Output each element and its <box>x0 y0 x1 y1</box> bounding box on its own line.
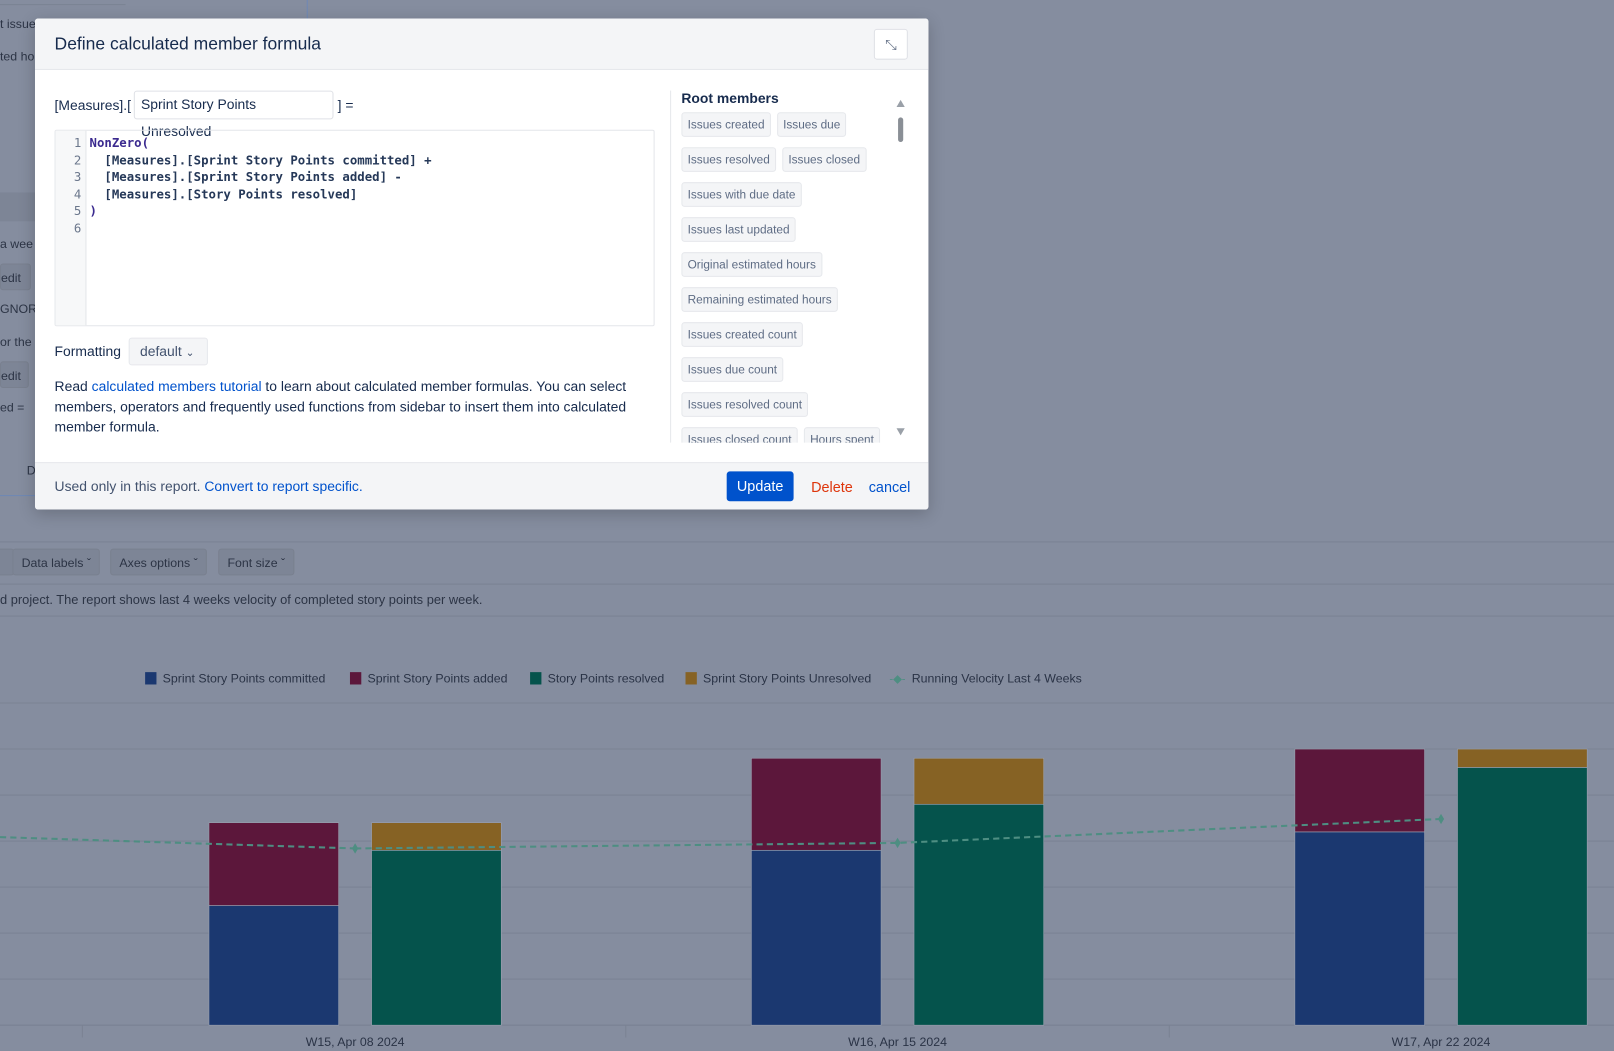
root-members-title: Root members <box>681 90 779 107</box>
line-number: 1 <box>73 135 82 151</box>
chevron-down-icon: ˇ <box>86 555 91 571</box>
bg-panel-edge <box>0 0 126 6</box>
velocity-chart: W15, Apr 08 2024 W16, Apr 15 2024 W17, Apr… <box>0 702 1614 1049</box>
root-member-chip[interactable]: Issues with due date <box>681 182 802 207</box>
data-labels-button[interactable]: Data labels ˇ <box>12 548 101 576</box>
x-tick-label: W16, Apr 15 2024 <box>848 1035 947 1049</box>
dialog-title: Define calculated member formula <box>54 33 322 54</box>
root-member-chip[interactable]: Issues last updated <box>681 217 796 242</box>
expand-button[interactable]: ⤡ <box>873 28 908 60</box>
divider <box>0 541 1614 543</box>
velocity-point <box>894 837 901 849</box>
bg-fragment: a wee <box>0 236 33 252</box>
usage-note: Used only in this report. Convert to rep… <box>55 479 363 494</box>
line-number: 2 <box>73 152 82 168</box>
measures-suffix: ] = <box>337 97 354 114</box>
font-size-button[interactable]: Font size ˇ <box>218 548 295 576</box>
bar-segment <box>751 849 882 1026</box>
root-member-chip[interactable]: Issues due <box>776 112 847 137</box>
bar-segment <box>751 757 882 851</box>
root-member-chip[interactable]: Issues resolved count <box>681 392 809 417</box>
formatting-dropdown[interactable]: default ⌄ <box>128 337 208 366</box>
bg-divider <box>0 495 35 497</box>
x-tick-label: W17, Apr 22 2024 <box>1392 1035 1491 1049</box>
bar-segment <box>913 757 1045 805</box>
measures-prefix: [Measures].[ <box>54 97 132 114</box>
divider <box>0 615 1614 617</box>
cancel-button[interactable]: cancel <box>869 479 911 495</box>
bar-segment <box>208 905 339 1026</box>
bg-edit-button: edit <box>0 263 31 291</box>
line-number: 3 <box>73 170 82 185</box>
formula-editor[interactable]: 12 3 4 5 6 NonZero( [Measures].[Sprint Story… <box>54 129 655 327</box>
bar-segment <box>1457 767 1588 1026</box>
calculated-member-dialog: Define calculated member formula ⤡ [Meas… <box>34 18 929 510</box>
tutorial-link[interactable]: calculated members tutorial <box>92 379 262 394</box>
chevron-down-icon: ˇ <box>193 555 198 571</box>
velocity-point <box>1437 813 1445 825</box>
dialog-header: Define calculated member formula ⤡ <box>34 18 929 70</box>
axes-options-button[interactable]: Axes options ˇ <box>110 548 207 576</box>
root-member-chip[interactable]: Issues closed <box>782 147 867 172</box>
root-members-panel: Root members Issues created Issues due Iss… <box>670 90 908 443</box>
code-line: [Measures].[Story Points resolved] <box>89 187 358 202</box>
x-tick-label: W15, Apr 08 2024 <box>306 1035 405 1049</box>
bar-segment <box>208 822 339 906</box>
scrollbar-thumb[interactable] <box>898 117 904 143</box>
root-member-chip[interactable]: Issues created <box>681 112 771 137</box>
root-member-chip[interactable]: Issues resolved <box>681 147 776 172</box>
bg-edit-button: edit <box>0 361 29 389</box>
code-line: NonZero( <box>89 135 150 151</box>
bar-segment <box>1457 748 1588 768</box>
help-text-start: Read <box>54 378 92 395</box>
scroll-down-icon[interactable] <box>896 428 905 436</box>
convert-link[interactable]: Convert to report specific. <box>204 479 362 494</box>
chevron-down-icon: ˇ <box>281 555 286 571</box>
root-member-chip[interactable]: Issues due count <box>681 357 784 382</box>
scroll-up-icon[interactable] <box>896 99 905 108</box>
update-button[interactable]: Update <box>726 471 794 502</box>
formatting-label: Formatting <box>54 343 121 360</box>
root-member-chip[interactable]: Issues closed count <box>681 427 798 443</box>
bg-fragment: or the r <box>0 334 40 349</box>
root-member-chip[interactable]: Original estimated hours <box>681 252 823 277</box>
help-text: Read calculated members tutorial to lear… <box>55 377 652 437</box>
root-member-chip[interactable]: Remaining estimated hours <box>681 287 838 312</box>
velocity-point <box>352 843 359 854</box>
line-number: 6 <box>73 221 82 236</box>
bar-segment <box>1294 831 1425 1026</box>
bg-block <box>0 192 35 222</box>
data-labels-label: Data labels <box>21 555 84 571</box>
bg-fragment: ted ho <box>0 49 35 64</box>
code-line: ) <box>89 204 97 219</box>
dialog-footer: Used only in this report. Convert to rep… <box>34 462 929 510</box>
member-name-input[interactable]: Sprint Story Points Unresolved <box>133 90 334 139</box>
root-member-chip[interactable]: Hours spent <box>803 427 881 443</box>
bar-segment <box>1294 748 1425 833</box>
report-description: d project. The report shows last 4 weeks… <box>0 592 483 608</box>
font-size-label: Font size <box>227 555 278 571</box>
bar-segment <box>371 849 502 1026</box>
code-line: [Measures].[Sprint Story Points committe… <box>89 152 432 168</box>
axes-options-label: Axes options <box>119 555 191 571</box>
line-numbers: 12 3 4 5 6 <box>55 130 87 326</box>
chevron-down-icon: ⌄ <box>185 347 195 360</box>
bg-fragment: ed = <box>0 400 25 415</box>
divider <box>0 583 1614 585</box>
root-member-chip[interactable]: Issues created count <box>681 322 803 347</box>
expand-arrows-icon: ⤡ <box>885 36 897 53</box>
line-number: 5 <box>73 204 82 219</box>
formatting-value: default <box>139 343 182 360</box>
line-number: 4 <box>73 187 82 202</box>
usage-text: Used only in this report. <box>54 478 205 495</box>
scrollbar[interactable] <box>894 95 906 441</box>
delete-button[interactable]: Delete <box>811 479 853 495</box>
code-line: [Measures].[Sprint Story Points added] - <box>89 170 402 185</box>
bg-fragment: GNOR <box>0 301 38 316</box>
bg-divider <box>306 0 308 19</box>
